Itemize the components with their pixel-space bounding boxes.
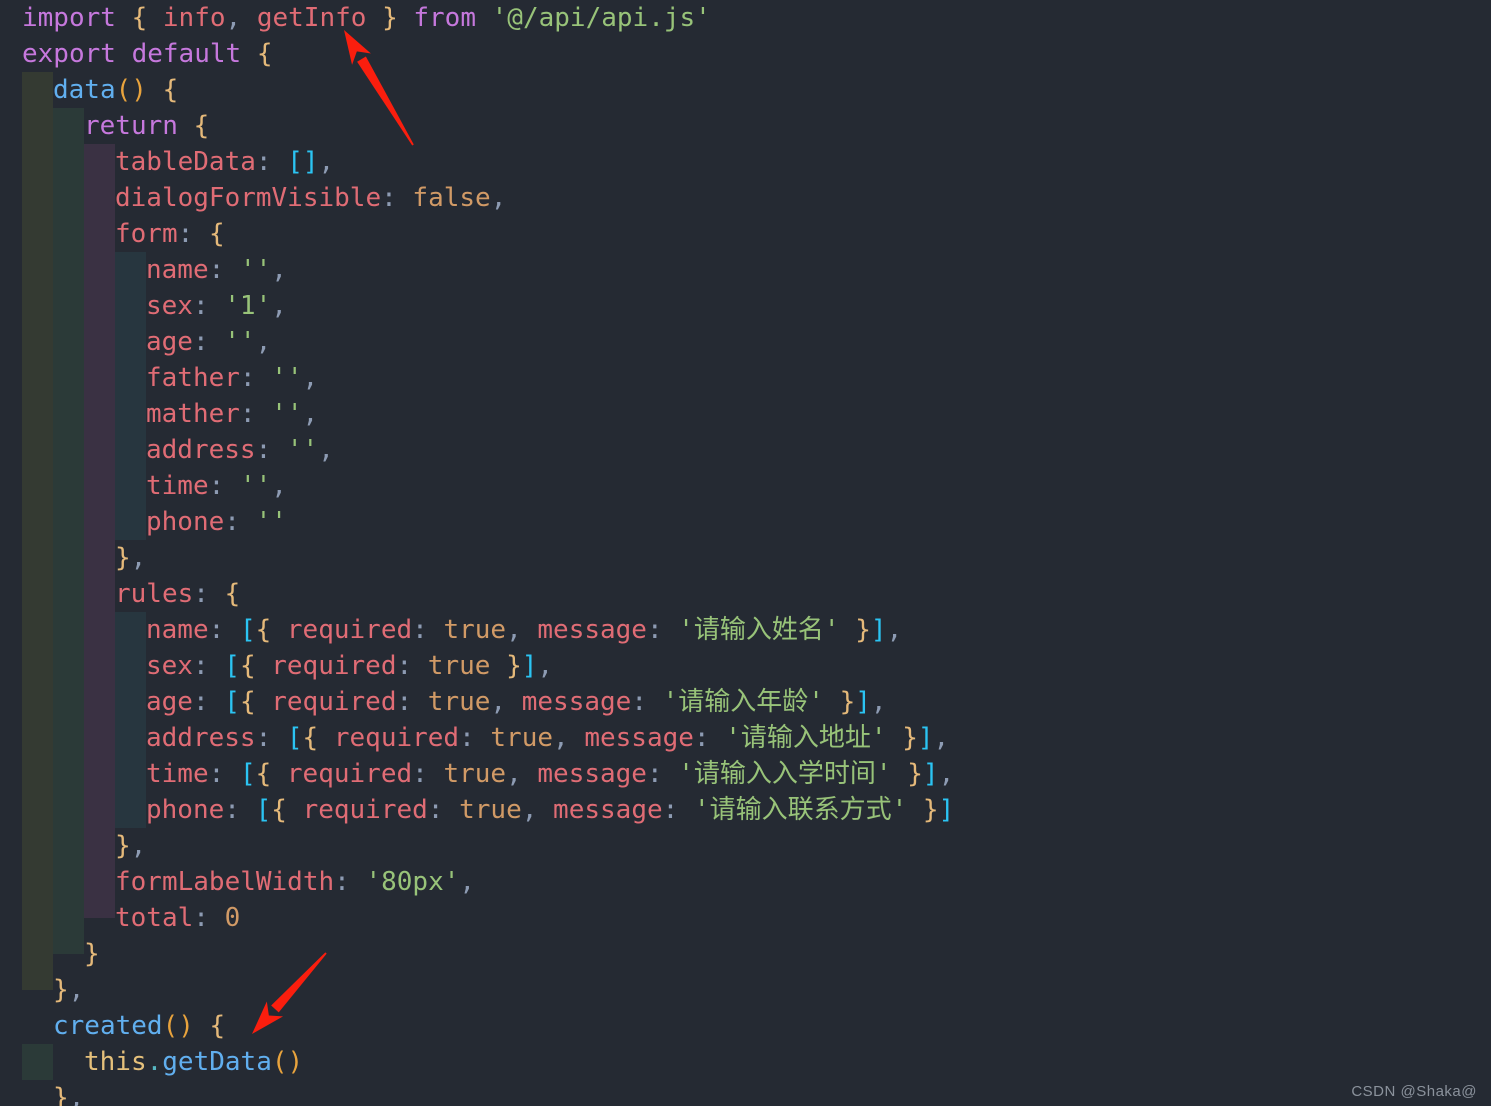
code-line[interactable]: }, [0, 828, 1491, 864]
code-line[interactable]: this.getData() [0, 1044, 1491, 1080]
code-line[interactable]: }, [0, 1080, 1491, 1106]
code-line[interactable]: age: [{ required: true, message: '请输入年龄'… [0, 684, 1491, 720]
code-line[interactable]: form: { [0, 216, 1491, 252]
code-line[interactable]: time: [{ required: true, message: '请输入入学… [0, 756, 1491, 792]
code-editor-screenshot: import { info, getInfo } from '@/api/api… [0, 0, 1491, 1106]
code-line[interactable]: sex: [{ required: true }], [0, 648, 1491, 684]
code-line[interactable]: sex: '1', [0, 288, 1491, 324]
code-line[interactable]: address: '', [0, 432, 1491, 468]
code-line[interactable]: phone: '' [0, 504, 1491, 540]
code-line[interactable]: name: '', [0, 252, 1491, 288]
code-line[interactable]: } [0, 936, 1491, 972]
code-line[interactable]: address: [{ required: true, message: '请输… [0, 720, 1491, 756]
code-line[interactable]: formLabelWidth: '80px', [0, 864, 1491, 900]
watermark-label: CSDN @Shaka@ [1351, 1083, 1477, 1100]
code-line[interactable]: import { info, getInfo } from '@/api/api… [0, 0, 1491, 36]
code-line[interactable]: return { [0, 108, 1491, 144]
code-line[interactable]: rules: { [0, 576, 1491, 612]
code-line[interactable]: age: '', [0, 324, 1491, 360]
code-line[interactable]: export default { [0, 36, 1491, 72]
code-line[interactable]: name: [{ required: true, message: '请输入姓名… [0, 612, 1491, 648]
code-content: import { info, getInfo } from '@/api/api… [0, 0, 1491, 1106]
code-line[interactable]: data() { [0, 72, 1491, 108]
code-line[interactable]: father: '', [0, 360, 1491, 396]
code-line[interactable]: phone: [{ required: true, message: '请输入联… [0, 792, 1491, 828]
code-line[interactable]: }, [0, 540, 1491, 576]
code-line[interactable]: total: 0 [0, 900, 1491, 936]
code-line[interactable]: created() { [0, 1008, 1491, 1044]
code-line[interactable]: tableData: [], [0, 144, 1491, 180]
code-line[interactable]: mather: '', [0, 396, 1491, 432]
code-line[interactable]: time: '', [0, 468, 1491, 504]
code-line[interactable]: }, [0, 972, 1491, 1008]
code-line[interactable]: dialogFormVisible: false, [0, 180, 1491, 216]
